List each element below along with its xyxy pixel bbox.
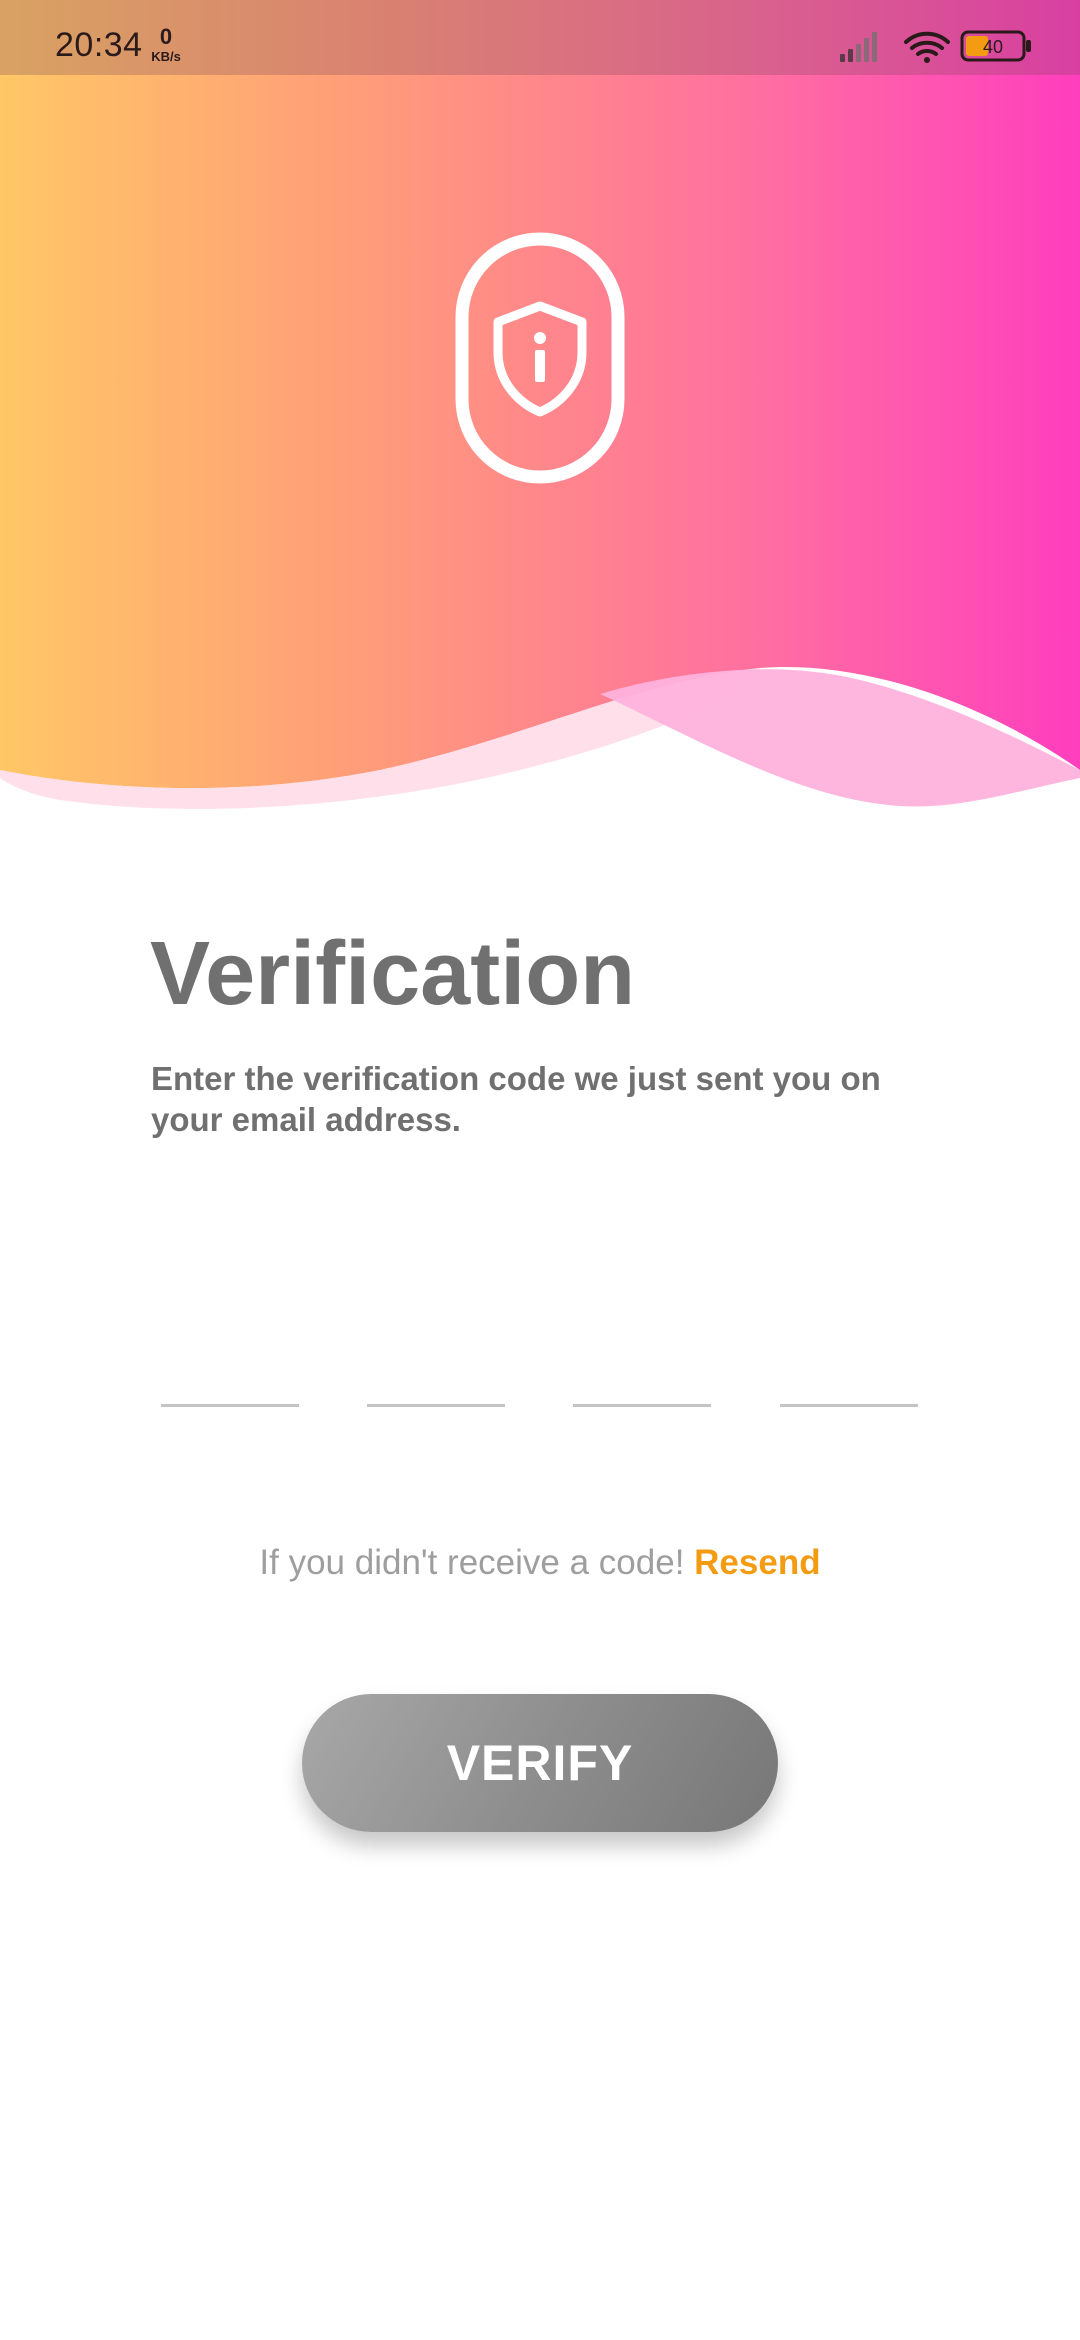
- phone-shield-info-icon: [455, 232, 625, 484]
- signal-icon: [840, 32, 877, 62]
- resend-link[interactable]: Resend: [694, 1543, 820, 1582]
- verification-screen: 20:34 0 KB/s 40 Verification Enter the v…: [0, 0, 1080, 2340]
- code-digit-1[interactable]: [161, 1340, 299, 1407]
- wifi-icon: [904, 31, 950, 63]
- verify-button[interactable]: VERIFY: [302, 1694, 778, 1832]
- code-digit-3[interactable]: [573, 1340, 711, 1407]
- network-speed: 0 KB/s: [146, 24, 186, 64]
- status-icons: 40: [840, 30, 1031, 63]
- network-speed-unit: KB/s: [151, 49, 181, 64]
- code-digit-2[interactable]: [367, 1340, 505, 1407]
- code-digit-4[interactable]: [780, 1340, 918, 1407]
- battery-icon: 40: [960, 30, 1031, 62]
- battery-level: 40: [983, 37, 1003, 57]
- status-time: 20:34: [55, 26, 143, 64]
- page-title: Verification: [150, 924, 636, 1024]
- network-speed-value: 0: [159, 24, 173, 49]
- page-subtitle: Enter the verification code we just sent…: [151, 1060, 881, 1138]
- resend-line: If you didn't receive a code! Resend: [0, 1543, 1080, 1583]
- status-bar: 20:34 0 KB/s 40: [0, 0, 1080, 75]
- resend-prompt: If you didn't receive a code!: [259, 1543, 695, 1582]
- code-input-row: [161, 1340, 921, 1407]
